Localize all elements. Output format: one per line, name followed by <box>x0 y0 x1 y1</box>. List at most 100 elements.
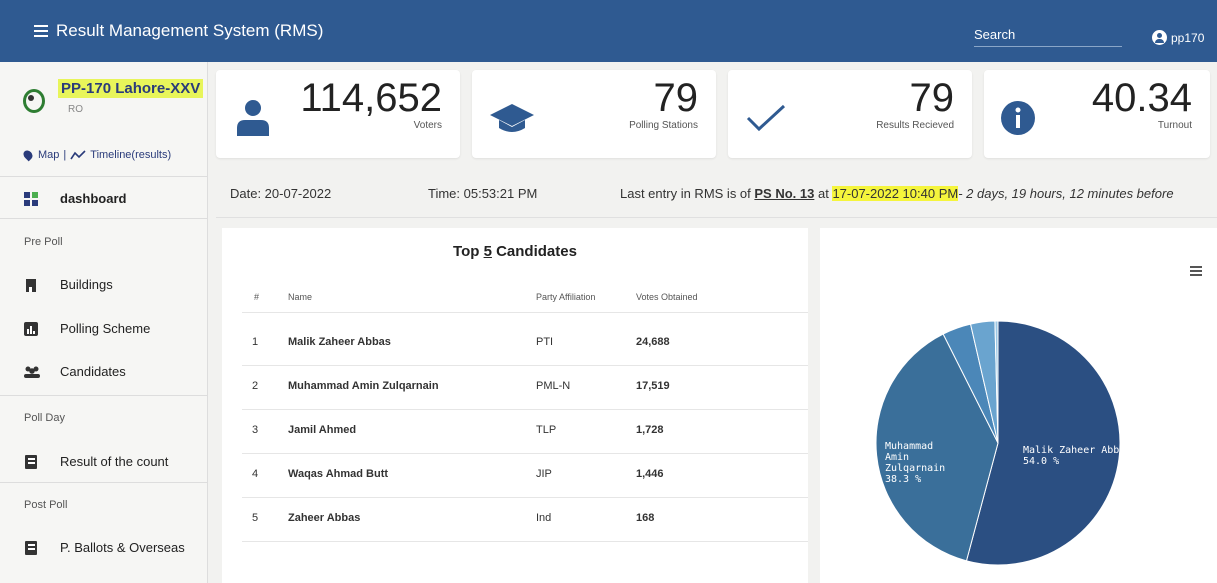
sidebar-item-result-count[interactable]: Result of the count <box>24 454 168 469</box>
sidebar-item-polling-scheme[interactable]: Polling Scheme <box>24 321 150 336</box>
sidebar-item-buildings[interactable]: Buildings <box>24 277 113 292</box>
sidebar-item-label: Result of the count <box>60 454 169 469</box>
cell-votes: 1,446 <box>636 468 664 480</box>
people-icon <box>24 365 40 379</box>
sidebar-item-label: Polling Scheme <box>60 321 151 336</box>
cell-party: TLP <box>536 424 557 436</box>
vote-share-pie-chart: Malik Zaheer Abbas54.0 % MuhammadAminZulq… <box>875 320 1131 566</box>
table-row: 2 Muhammad Amin Zulqarnain PML-N 17,519 <box>242 366 808 410</box>
sidebar-item-candidates[interactable]: Candidates <box>24 364 126 379</box>
constituency-name: PP-170 Lahore-XXV <box>58 79 204 98</box>
col-header-votes: Votes Obtained <box>636 292 698 302</box>
stat-card-polling-stations: 79 Polling Stations <box>472 70 716 158</box>
stat-value: 79 <box>653 76 699 120</box>
last-entry-prefix: Last entry in RMS is of <box>620 186 755 201</box>
slice-label: Muhammad <box>885 441 933 452</box>
cell-party: JIP <box>536 468 552 480</box>
title-number: 5 <box>483 243 492 260</box>
sidebar-item-label: Buildings <box>60 277 113 292</box>
menu-icon[interactable] <box>34 23 56 39</box>
ledger-icon <box>24 540 38 555</box>
slice-label: Amin <box>885 452 909 463</box>
cell-rank: 5 <box>252 512 259 524</box>
app-title: Result Management System (RMS) <box>56 21 324 40</box>
sidebar-item-dashboard[interactable]: dashboard <box>24 191 126 206</box>
col-header-name: Name <box>288 292 313 302</box>
map-links: Map | Timeline(results) <box>21 148 171 162</box>
stat-card-turnout: 40.34 Turnout <box>984 70 1210 158</box>
divider <box>0 395 208 396</box>
sidebar: PP-170 Lahore-XXV RO Map | Timeline(resu… <box>0 62 208 583</box>
slice-label: 38.3 % <box>885 474 921 485</box>
cell-party: PTI <box>536 336 554 348</box>
table-row: 3 Jamil Ahmed TLP 1,728 <box>242 410 808 454</box>
stat-value: 114,652 <box>300 76 442 120</box>
cell-name: Malik Zaheer Abbas <box>288 336 391 348</box>
stat-label: Results Recieved <box>876 120 954 131</box>
sidebar-item-label: P. Ballots & Overseas <box>60 540 185 555</box>
table-row: 5 Zaheer Abbas Ind 168 <box>242 498 808 542</box>
col-header-party: Party Affiliation <box>536 292 596 302</box>
link-separator: | <box>63 149 67 161</box>
chart-menu-icon[interactable] <box>1190 266 1202 276</box>
emblem-icon <box>20 87 45 113</box>
chart-icon <box>24 321 38 336</box>
divider <box>0 482 208 483</box>
title-prefix: Top <box>453 243 484 260</box>
user-role: RO <box>68 104 83 115</box>
user-menu[interactable]: pp170 <box>1152 30 1204 45</box>
sidebar-item-label: Candidates <box>60 364 126 379</box>
cell-votes: 1,728 <box>636 424 664 436</box>
dashboard-icon <box>24 191 38 206</box>
cell-rank: 3 <box>252 424 259 436</box>
timeline-icon <box>70 150 86 160</box>
cell-name: Zaheer Abbas <box>288 512 361 524</box>
graduation-cap-icon <box>490 104 534 132</box>
building-icon <box>24 278 38 292</box>
cell-name: Waqas Ahmad Butt <box>288 468 389 480</box>
current-time: Time: 05:53:21 PM <box>428 186 538 201</box>
stat-card-results-received: 79 Results Recieved <box>728 70 972 158</box>
title-suffix: Candidates <box>491 243 577 260</box>
section-poll-day: Poll Day <box>24 412 65 424</box>
chart-panel: Malik Zaheer Abbas 54.0 % Muhammad Amin Zulq… <box>820 228 1217 583</box>
last-entry-info: Last entry in RMS is of PS No. 13 at 17-… <box>620 186 1174 201</box>
ledger-icon <box>24 454 38 469</box>
top-bar: Result Management System (RMS) Search pp… <box>0 0 1217 62</box>
search-input[interactable]: Search <box>974 27 1122 47</box>
stat-label: Voters <box>413 120 442 131</box>
timeline-link[interactable]: Timeline(results) <box>90 149 171 161</box>
ps-link[interactable]: PS No. 13 <box>754 186 814 201</box>
time-ago: - 2 days, 19 hours, 12 minutes before <box>958 186 1174 201</box>
map-pin-icon <box>21 148 35 162</box>
current-date: Date: 20-07-2022 <box>230 186 332 201</box>
account-icon <box>1152 30 1167 45</box>
table-row: 1 Malik Zaheer Abbas PTI 24,688 <box>242 322 808 366</box>
last-entry-timestamp: 17-07-2022 10:40 PM <box>832 186 959 201</box>
slice-label: Malik Zaheer Abbas <box>1023 445 1131 456</box>
sidebar-item-ballots-overseas[interactable]: P. Ballots & Overseas <box>24 540 185 555</box>
username: pp170 <box>1171 30 1205 45</box>
cell-rank: 1 <box>252 336 259 348</box>
check-icon <box>746 104 786 132</box>
col-header-rank: # <box>254 292 260 302</box>
section-post-poll: Post Poll <box>24 499 68 511</box>
user-icon <box>237 100 269 136</box>
panel-title: Top 5 Candidates <box>222 243 808 260</box>
top-candidates-panel: Top 5 Candidates # Name Party Affiliatio… <box>222 228 808 583</box>
cell-name: Muhammad Amin Zulqarnain <box>288 380 439 392</box>
slice-label: Zulqarnain <box>885 463 945 474</box>
divider <box>242 312 808 313</box>
constituency-header: PP-170 Lahore-XXV RO <box>20 79 204 115</box>
map-link[interactable]: Map <box>38 149 59 161</box>
sidebar-item-label: dashboard <box>60 191 127 206</box>
stat-card-voters: 114,652 Voters <box>216 70 460 158</box>
at-text: at <box>814 186 833 201</box>
stat-label: Turnout <box>1157 120 1192 131</box>
stat-value: 40.34 <box>1091 76 1192 120</box>
section-pre-poll: Pre Poll <box>24 236 63 248</box>
cell-name: Jamil Ahmed <box>288 424 357 436</box>
table-row: 4 Waqas Ahmad Butt JIP 1,446 <box>242 454 808 498</box>
cell-rank: 2 <box>252 380 259 392</box>
cell-rank: 4 <box>252 468 259 480</box>
